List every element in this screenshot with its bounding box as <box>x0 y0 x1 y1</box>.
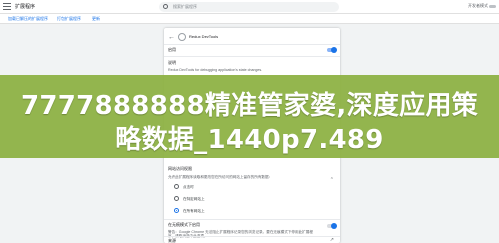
divider <box>164 219 340 220</box>
menu-icon[interactable] <box>3 3 11 10</box>
radio-on-click[interactable] <box>174 184 179 189</box>
radio-all-sites[interactable] <box>174 208 179 213</box>
enabled-row: 启用 <box>168 47 336 53</box>
update-button[interactable]: 更新 <box>92 16 100 22</box>
extension-name: Redux DevTools <box>189 34 219 39</box>
description-text: Redux DevTools for debugging application… <box>168 68 263 72</box>
source-label: 来源 <box>168 238 176 243</box>
search-icon <box>163 4 168 9</box>
description-label: 说明 <box>168 60 176 65</box>
overlay-banner: 7777888888精准管家婆,深度应用策 略数据_1440p7.489 <box>0 75 499 158</box>
dev-mode-toggle[interactable] <box>489 5 496 8</box>
extension-icon <box>178 33 186 41</box>
on-label: 启用 <box>168 47 176 52</box>
app-title: 扩展程序 <box>15 4 36 10</box>
overlay-line-2: 略数据_1440p7.489 <box>115 125 384 155</box>
overlay-line-1: 7777888888精准管家婆,深度应用策 <box>20 91 479 121</box>
enable-toggle[interactable] <box>327 47 337 53</box>
dev-mode-label: 开发者模式 <box>468 3 488 8</box>
divider <box>164 236 340 237</box>
divider <box>164 56 340 57</box>
search-input[interactable]: 搜索扩展程序 <box>159 2 339 12</box>
site-access-label: 网站访问权限 <box>168 166 192 171</box>
site-access-row: 网站访问权限 允许此扩展程序读取和更改您在所访问的网站上留存的所有数据： <box>168 166 336 180</box>
radio-label-on-click: 点击时 <box>183 185 194 189</box>
radio-label-all-sites: 在所有网站上 <box>183 209 205 213</box>
divider <box>164 44 340 45</box>
incognito-toggle[interactable] <box>327 223 337 229</box>
incognito-label: 在无痕模式下启用 <box>168 222 200 227</box>
pack-extension-button[interactable]: 打包扩展程序 <box>57 16 81 22</box>
radio-label-specific-sites: 在特定网站上 <box>183 197 205 201</box>
top-bar: 扩展程序 搜索扩展程序 开发者模式 <box>0 0 499 14</box>
source-row: 来源 <box>168 238 336 243</box>
action-bar: 加载已解压的扩展程序 打包扩展程序 更新 <box>0 14 499 24</box>
description-row: 说明 Redux DevTools for debugging applicat… <box>168 60 336 72</box>
open-external-icon[interactable]: ↗ <box>330 238 334 243</box>
search-placeholder: 搜索扩展程序 <box>173 4 197 9</box>
load-unpacked-button[interactable]: 加载已解压的扩展程序 <box>8 16 48 22</box>
back-arrow-icon[interactable]: ← <box>168 34 175 41</box>
radio-specific-sites[interactable] <box>174 196 179 201</box>
site-access-question: 允许此扩展程序读取和更改您在所访问的网站上留存的所有数据： <box>168 175 273 179</box>
chevron-up-icon[interactable]: ⌃ <box>330 178 334 183</box>
